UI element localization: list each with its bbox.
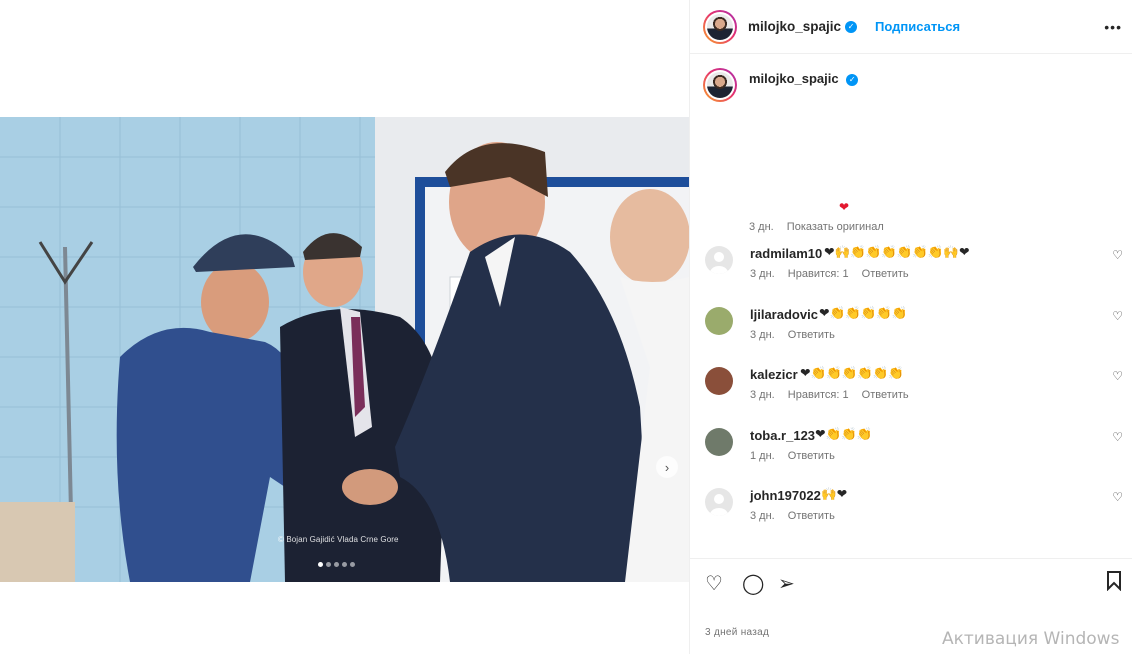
author-username[interactable]: milojko_spajic bbox=[748, 19, 841, 34]
caption-avatar[interactable] bbox=[703, 68, 737, 102]
like-comment-heart-icon[interactable]: ♡ bbox=[1112, 490, 1123, 504]
post-timestamp: 3 дней назад bbox=[705, 627, 770, 638]
comment-username[interactable]: kalezicr bbox=[750, 367, 798, 382]
comment-likes-link[interactable]: Нравится: 1 bbox=[788, 389, 849, 401]
comment-reply-link[interactable]: Ответить bbox=[788, 510, 835, 522]
comment-reply-link[interactable]: Ответить bbox=[788, 329, 835, 341]
comment-avatar[interactable] bbox=[705, 427, 733, 456]
comment-reply-link[interactable]: Ответить bbox=[862, 268, 909, 280]
post-caption: milojko_spajic ✓ ❤ 3 дн. Показать оригин… bbox=[690, 55, 1132, 238]
comment-text: ❤👏👏👏 bbox=[815, 426, 873, 441]
post-side-panel: milojko_spajic ✓ Подписаться ••• milojko… bbox=[689, 0, 1132, 654]
comment-username[interactable]: toba.r_123 bbox=[750, 428, 815, 443]
comment-time: 3 дн. bbox=[750, 328, 775, 341]
post-header: milojko_spajic ✓ Подписаться ••• bbox=[690, 0, 1132, 54]
carousel-dot bbox=[318, 562, 323, 567]
comments-scroll-area[interactable]: milojko_spajic ✓ ❤ 3 дн. Показать оригин… bbox=[690, 55, 1132, 558]
like-comment-heart-icon[interactable]: ♡ bbox=[1112, 430, 1123, 444]
carousel-dot bbox=[342, 562, 347, 567]
comment-text: ❤👏👏👏👏👏👏 bbox=[800, 366, 904, 380]
caption-username[interactable]: milojko_spajic bbox=[749, 71, 839, 86]
verified-badge-icon: ✓ bbox=[845, 20, 858, 33]
caption-meta: 3 дн. Показать оригинал bbox=[749, 221, 884, 233]
show-original-link[interactable]: Показать оригинал bbox=[787, 221, 884, 233]
comment-avatar[interactable] bbox=[705, 367, 733, 395]
carousel-dot bbox=[326, 562, 331, 567]
comment-time: 3 дн. bbox=[750, 510, 775, 522]
comment-bubble-icon[interactable]: ◯ bbox=[742, 571, 764, 596]
comment-item: kalezicr ❤👏👏👏👏👏👏 3 дн. Нравится: 1 Ответ… bbox=[690, 359, 1132, 420]
next-image-button[interactable]: › bbox=[656, 456, 678, 478]
comment-text: 🙌❤ bbox=[821, 487, 848, 501]
heart-emoji-icon: ❤ bbox=[839, 200, 850, 214]
comment-username[interactable]: john197022 bbox=[750, 488, 821, 503]
comment-item: toba.r_123 ❤👏👏👏 1 дн. Ответить ♡ bbox=[690, 420, 1132, 481]
comment-avatar[interactable] bbox=[705, 306, 733, 335]
comment-item: radmilam10 ❤🙌👏👏👏👏👏👏🙌❤ 3 дн. Нравится: 1 … bbox=[690, 238, 1132, 299]
chevron-right-icon: › bbox=[664, 459, 670, 475]
media-pane: › © Bojan Gajidić Vlada Crne Gore bbox=[0, 0, 689, 654]
like-comment-heart-icon[interactable]: ♡ bbox=[1112, 309, 1123, 323]
like-heart-icon[interactable]: ♡ bbox=[705, 571, 723, 596]
save-bookmark-icon[interactable] bbox=[1106, 571, 1122, 597]
comment-username[interactable]: ljilaradovic bbox=[750, 307, 818, 322]
comment-reply-link[interactable]: Ответить bbox=[862, 389, 909, 401]
comment-reply-link[interactable]: Ответить bbox=[788, 450, 835, 462]
comment-avatar[interactable] bbox=[705, 246, 733, 274]
comment-item: ljilaradovic ❤👏👏👏👏👏 3 дн. Ответить ♡ bbox=[690, 299, 1132, 360]
carousel-indicator bbox=[318, 562, 355, 567]
like-comment-heart-icon[interactable]: ♡ bbox=[1112, 248, 1123, 262]
carousel-dot bbox=[350, 562, 355, 567]
post-photo[interactable]: › bbox=[0, 117, 689, 582]
photo-watermark: © Bojan Gajidić Vlada Crne Gore bbox=[278, 535, 399, 544]
comment-likes-link[interactable]: Нравится: 1 bbox=[788, 268, 849, 280]
windows-activation-watermark: Активация Windows bbox=[942, 629, 1120, 649]
share-send-icon[interactable]: ➢ bbox=[778, 571, 795, 596]
carousel-dot bbox=[334, 562, 339, 567]
follow-button[interactable]: Подписаться bbox=[875, 19, 960, 34]
more-options-icon[interactable]: ••• bbox=[1104, 19, 1122, 35]
comment-time: 1 дн. bbox=[750, 449, 775, 462]
comment-time: 3 дн. bbox=[750, 389, 775, 401]
comment-text: ❤🙌👏👏👏👏👏👏🙌❤ bbox=[824, 245, 970, 259]
comment-time: 3 дн. bbox=[750, 268, 775, 280]
photo-illustration bbox=[0, 117, 689, 582]
verified-badge-icon: ✓ bbox=[846, 73, 859, 86]
comment-text: ❤👏👏👏👏👏 bbox=[819, 305, 908, 320]
author-avatar[interactable] bbox=[703, 9, 737, 44]
like-comment-heart-icon[interactable]: ♡ bbox=[1112, 369, 1123, 383]
caption-time: 3 дн. bbox=[749, 221, 774, 233]
comment-item: john197022 🙌❤ 3 дн. Ответить ♡ bbox=[690, 480, 1132, 541]
comment-username[interactable]: radmilam10 bbox=[750, 246, 822, 261]
comment-avatar[interactable] bbox=[705, 488, 733, 516]
